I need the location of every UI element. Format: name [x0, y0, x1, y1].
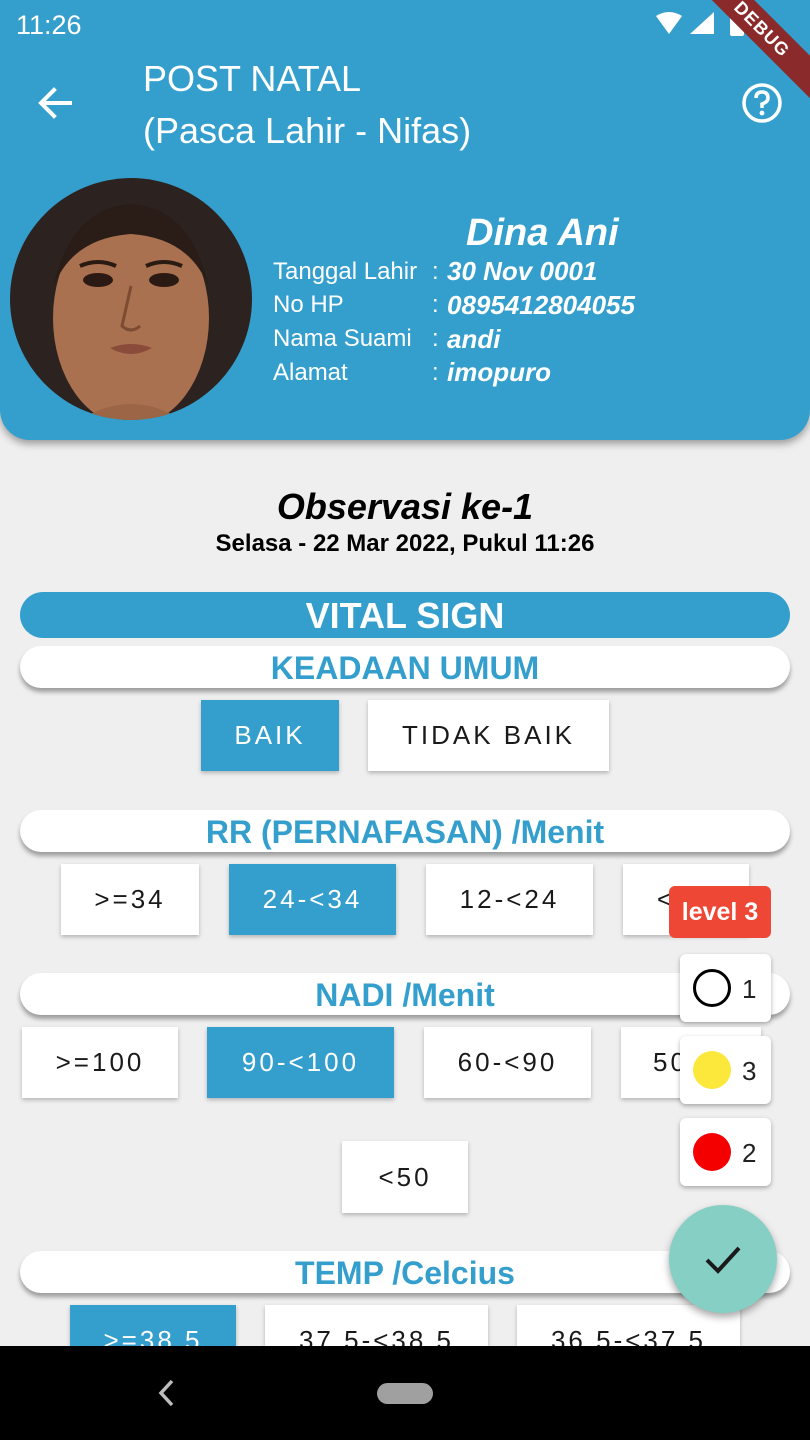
patient-avatar — [10, 178, 252, 420]
param-keadaan-umum: KEADAAN UMUM — [20, 646, 790, 688]
page-title: POST NATAL — [143, 58, 362, 99]
level-count-red: 2 — [742, 1138, 757, 1168]
option-nadi-gte100[interactable]: >=100 — [22, 1027, 178, 1098]
param-nadi: NADI /Menit — [20, 973, 790, 1015]
submit-fab-button[interactable] — [669, 1205, 777, 1313]
page-subtitle: (Pasca Lahir - Nifas) — [143, 110, 472, 151]
level-count-white: 1 — [742, 974, 757, 1004]
observation-datetime: Selasa - 22 Mar 2022, Pukul 11:26 — [215, 530, 595, 557]
white-circle-icon — [693, 969, 731, 1007]
label-alamat: Alamat — [273, 359, 348, 386]
option-nadi-90-100[interactable]: 90-<100 — [207, 1027, 394, 1098]
value-no-hp: 0895412804055 — [447, 290, 635, 320]
check-icon — [705, 1246, 741, 1274]
label-tanggal-lahir: Tanggal Lahir — [273, 258, 418, 285]
level-card-red[interactable]: 2 — [680, 1118, 771, 1186]
value-alamat: imopuro — [447, 357, 551, 387]
level-card-yellow[interactable]: 3 — [680, 1036, 771, 1104]
option-rr-24-34[interactable]: 24-<34 — [229, 864, 396, 935]
observation-title: Observasi ke-1 — [276, 486, 534, 527]
nav-home-pill[interactable] — [377, 1383, 433, 1404]
yellow-circle-icon — [693, 1051, 731, 1089]
option-baik[interactable]: BAIK — [201, 700, 339, 771]
colon: : — [432, 258, 439, 285]
level-badge: level 3 — [669, 886, 771, 938]
level-card-white[interactable]: 1 — [680, 954, 771, 1022]
nav-back-icon[interactable] — [152, 1376, 180, 1410]
help-icon[interactable] — [741, 82, 783, 124]
value-nama-suami: andi — [447, 324, 501, 354]
patient-name: Dina Ani — [466, 212, 619, 254]
label-no-hp: No HP — [273, 291, 344, 318]
back-arrow-icon[interactable] — [34, 82, 76, 124]
option-temp-gte38-5[interactable]: >=38.5 — [70, 1305, 236, 1346]
status-time: 11:26 — [16, 10, 82, 40]
colon: : — [432, 325, 439, 352]
param-rr: RR (PERNAFASAN) /Menit — [20, 810, 790, 852]
level-count-yellow: 3 — [742, 1056, 757, 1086]
option-nadi-60-90[interactable]: 60-<90 — [424, 1027, 591, 1098]
colon: : — [432, 291, 439, 318]
option-temp-37-5-38-5[interactable]: 37.5-<38.5 — [265, 1305, 488, 1346]
app-header: 11:26 DEBUG POST NATAL (Pasca Lahir - Ni… — [0, 0, 810, 440]
label-nama-suami: Nama Suami — [273, 325, 412, 352]
value-tanggal-lahir: 30 Nov 0001 — [447, 256, 598, 286]
system-nav-bar — [0, 1346, 810, 1440]
option-nadi-lt50[interactable]: <50 — [342, 1141, 468, 1213]
colon: : — [432, 359, 439, 386]
option-rr-gte34[interactable]: >=34 — [61, 864, 199, 935]
red-circle-icon — [693, 1133, 731, 1171]
option-temp-36-5-37-5[interactable]: 36.5-<37.5 — [517, 1305, 740, 1346]
option-rr-12-24[interactable]: 12-<24 — [426, 864, 593, 935]
section-vital-sign: VITAL SIGN — [20, 592, 790, 638]
option-tidak-baik[interactable]: TIDAK BAIK — [368, 700, 609, 771]
